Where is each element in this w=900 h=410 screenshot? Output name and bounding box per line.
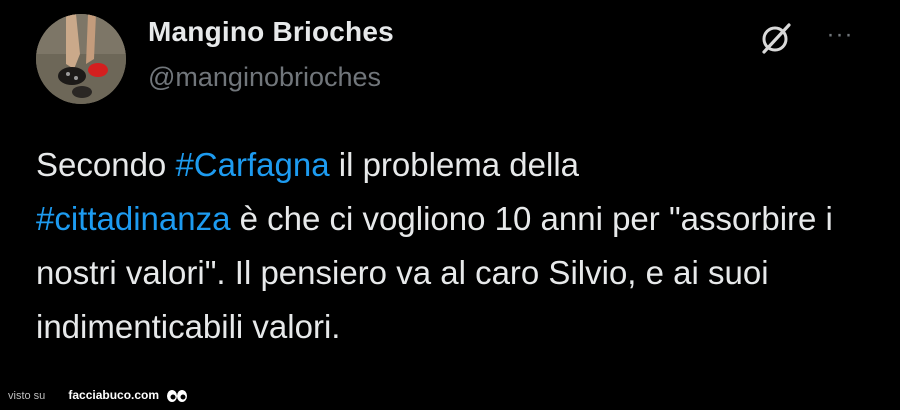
hashtag-link[interactable]: #Carfagna [175, 146, 329, 183]
display-name[interactable]: Mangino Brioches [148, 16, 394, 48]
watermark: visto su facciabuco.com [8, 388, 188, 406]
hashtag-link[interactable]: #cittadinanza [36, 200, 230, 237]
watermark-prefix: visto su [8, 390, 46, 402]
more-options-icon[interactable]: ··· [822, 22, 858, 52]
watermark-site: facciabuco.com [68, 388, 160, 402]
tweet-text-part: il problema della [329, 146, 580, 183]
grok-icon[interactable] [756, 20, 794, 58]
eyes-icon [166, 389, 188, 406]
tweet-text: Secondo #Carfagna il problema della #citt… [36, 138, 856, 354]
avatar-photo [36, 14, 126, 104]
avatar[interactable] [36, 14, 126, 104]
tweet-text-part: Secondo [36, 146, 176, 183]
user-handle[interactable]: @manginobrioches [148, 62, 381, 93]
